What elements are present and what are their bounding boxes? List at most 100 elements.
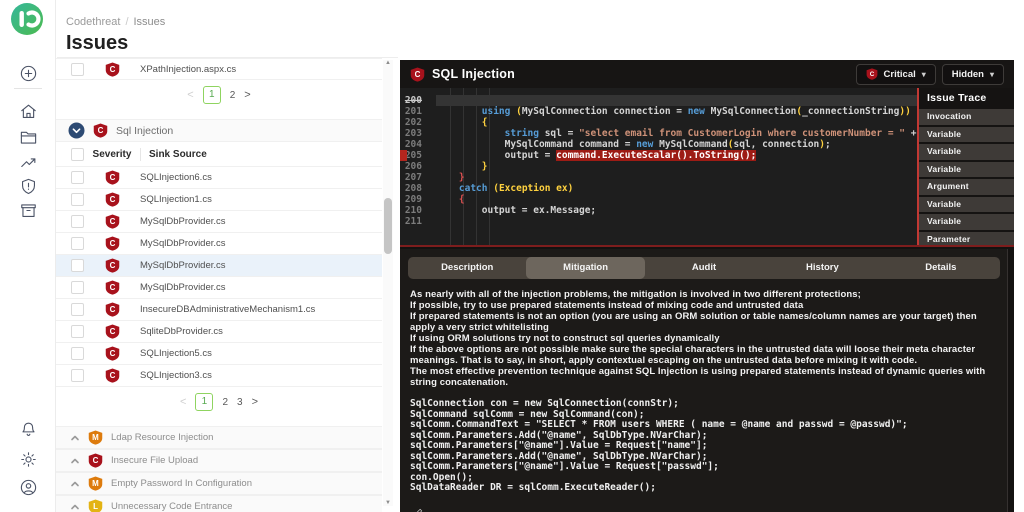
issue-file-row[interactable]: C MySqlDbProvider.cs [56, 255, 382, 277]
severity-shield-icon: C [88, 453, 103, 468]
issue-file-row[interactable]: C SQLInjection5.cs [56, 343, 382, 365]
row-checkbox[interactable] [71, 259, 84, 272]
trace-item-argument[interactable]: Argument [919, 179, 1014, 195]
severity-cell: C [84, 302, 140, 317]
severity-shield-icon: C [866, 68, 877, 80]
edit-pencil-icon[interactable] [412, 506, 425, 512]
row-checkbox[interactable] [71, 347, 84, 360]
collapse-chevron-icon[interactable] [68, 122, 85, 139]
visibility-dropdown[interactable]: Hidden ▾ [941, 63, 1004, 85]
trace-item-variable[interactable]: Variable [919, 214, 1014, 230]
issue-file-row[interactable]: C SQLInjection6.cs [56, 167, 382, 189]
issues-rows: C SQLInjection6.cs C SQLInjection1.cs C MyS… [56, 167, 382, 387]
severity-shield-icon: C [410, 66, 425, 82]
projects-folder-icon[interactable] [19, 128, 38, 147]
svg-text:C: C [109, 327, 115, 336]
issue-file-row[interactable]: C MySqlDbProvider.cs [56, 277, 382, 299]
group-name: Insecure File Upload [111, 455, 199, 466]
security-shield-icon[interactable] [19, 177, 38, 196]
tab-history[interactable]: History [763, 257, 881, 279]
svg-text:L: L [93, 502, 98, 511]
severity-shield-icon: C [105, 258, 119, 273]
expand-chevron-icon[interactable] [70, 479, 80, 489]
trace-item-invocation[interactable]: Invocation [919, 109, 1014, 125]
issue-title: SQL Injection [432, 67, 515, 81]
settings-gear-icon[interactable] [19, 450, 38, 469]
scroll-up-arrow[interactable]: ▲ [383, 60, 393, 66]
issue-group-collapsed[interactable]: C Insecure File Upload [56, 449, 382, 472]
scroll-down-arrow[interactable]: ▼ [383, 500, 393, 506]
issue-group-sql-injection[interactable]: C Sql Injection [56, 119, 382, 142]
severity-shield-icon: C [105, 302, 119, 317]
expand-chevron-icon[interactable] [70, 456, 80, 466]
row-checkbox[interactable] [71, 237, 84, 250]
expand-chevron-icon[interactable] [70, 433, 80, 443]
group-name: Ldap Resource Injection [111, 432, 214, 443]
issue-group-collapsed[interactable]: M Ldap Resource Injection [56, 426, 382, 449]
scrollbar-thumb[interactable] [384, 198, 392, 254]
row-checkbox[interactable] [71, 325, 84, 338]
add-circle-icon[interactable] [19, 64, 38, 83]
archive-box-icon[interactable] [19, 201, 38, 220]
issue-group-collapsed[interactable]: M Empty Password In Configuration [56, 472, 382, 495]
svg-text:C: C [109, 217, 115, 226]
breadcrumb-app[interactable]: Codethreat [66, 16, 120, 28]
trace-item-variable[interactable]: Variable [919, 161, 1014, 177]
issue-file-row[interactable]: C SQLInjection3.cs [56, 365, 382, 387]
issue-file-row[interactable]: C SQLInjection1.cs [56, 189, 382, 211]
page-number-1[interactable]: 1 [195, 393, 214, 411]
line-number: 210 [404, 205, 422, 216]
issue-detail-panel: C SQL Injection C Critical ▾ Hidden ▾ 20… [400, 60, 1014, 512]
tab-description[interactable]: Description [408, 257, 526, 279]
severity-shield-icon: C [105, 324, 119, 339]
row-checkbox[interactable] [71, 215, 84, 228]
severity-cell: C [84, 236, 140, 251]
row-checkbox[interactable] [71, 281, 84, 294]
svg-text:C: C [109, 239, 115, 248]
row-checkbox[interactable] [71, 193, 84, 206]
row-checkbox[interactable] [71, 62, 84, 76]
trace-item-parameter[interactable]: Parameter [919, 231, 1014, 245]
mitigation-paragraph: If the above options are not possible ma… [410, 344, 976, 366]
chevron-down-icon: ▾ [921, 69, 926, 79]
issue-file-row[interactable]: C MySqlDbProvider.cs [56, 233, 382, 255]
codethreat-logo-icon[interactable] [10, 2, 44, 41]
page-next-arrow[interactable]: > [244, 89, 250, 101]
select-all-checkbox[interactable] [71, 147, 84, 161]
page-prev-arrow[interactable]: < [180, 396, 186, 408]
tab-mitigation[interactable]: Mitigation [526, 257, 645, 279]
tab-details[interactable]: Details [882, 257, 1000, 279]
page-next-arrow[interactable]: > [252, 396, 258, 408]
code-editor[interactable]: 200 201 using (MySqlConnection connection… [400, 88, 1014, 247]
notifications-bell-icon[interactable] [19, 420, 38, 439]
detail-scrollbar[interactable] [1007, 249, 1014, 512]
trace-item-variable[interactable]: Variable [919, 196, 1014, 212]
home-icon[interactable] [19, 102, 38, 121]
column-header-sink-source: Sink Source [149, 148, 207, 160]
page-number-2[interactable]: 2 [230, 90, 236, 101]
trace-item-variable[interactable]: Variable [919, 126, 1014, 142]
row-checkbox[interactable] [71, 171, 84, 184]
page-number-1[interactable]: 1 [202, 86, 221, 104]
page-number-3[interactable]: 3 [237, 397, 243, 408]
detail-tab-bar: Description Mitigation Audit History Details [408, 257, 1000, 279]
expand-chevron-icon[interactable] [70, 502, 80, 512]
severity-shield-icon: C [105, 368, 119, 383]
issue-group-collapsed[interactable]: L Unnecessary Code Entrance [56, 495, 382, 512]
page-prev-arrow[interactable]: < [187, 89, 193, 101]
list-scrollbar[interactable]: ▲ ▼ [383, 60, 393, 506]
issue-file-row[interactable]: C XPathInjection.aspx.cs [56, 58, 382, 80]
row-checkbox[interactable] [71, 303, 84, 316]
issue-file-row[interactable]: C InsecureDBAdministrativeMechanism1.cs [56, 299, 382, 321]
severity-dropdown[interactable]: C Critical ▾ [855, 63, 936, 85]
issue-file-row[interactable]: C MySqlDbProvider.cs [56, 211, 382, 233]
account-user-icon[interactable] [19, 478, 38, 497]
issue-file-row[interactable]: C SqliteDbProvider.cs [56, 321, 382, 343]
trace-item-variable[interactable]: Variable [919, 144, 1014, 160]
tab-audit[interactable]: Audit [645, 257, 763, 279]
trends-icon[interactable] [19, 153, 38, 172]
row-checkbox[interactable] [71, 369, 84, 382]
detail-header: C SQL Injection C Critical ▾ Hidden ▾ [400, 60, 1014, 88]
mitigation-code-line: sqlComm.Parameters["@name"].Value = Requ… [410, 440, 708, 451]
page-number-2[interactable]: 2 [222, 397, 228, 408]
